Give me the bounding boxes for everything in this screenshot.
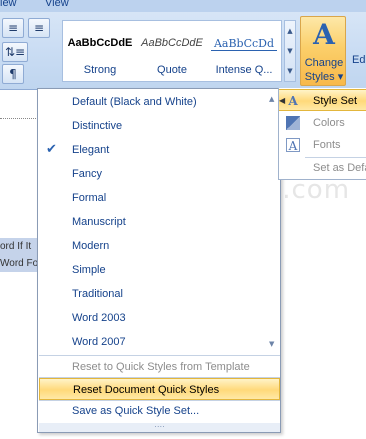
scroll-up-icon[interactable]: ▲: [269, 95, 274, 103]
scroll-down-icon[interactable]: ▼: [287, 47, 292, 55]
align-left-icon[interactable]: ≡: [2, 18, 24, 38]
selected-line-2: Word Fo: [0, 258, 39, 269]
change-styles-submenu: ◀ A Style Set Colors A Fonts Set as Defa: [278, 88, 366, 180]
reset-to-template-item[interactable]: Reset to Quick Styles from Template: [39, 356, 280, 378]
reset-document-quick-styles-item[interactable]: Reset Document Quick Styles: [39, 378, 280, 400]
menu-item-label: Elegant: [72, 144, 110, 156]
menu-item-modern[interactable]: Modern: [39, 234, 279, 258]
style-preview: AaBbCcDd: [211, 37, 277, 51]
menu-item-formal[interactable]: Formal: [39, 186, 279, 210]
more-icon[interactable]: ▼: [287, 67, 292, 75]
menu-item-default[interactable]: Default (Black and White): [39, 90, 279, 114]
menu-action-label: Reset to Quick Styles from Template: [72, 361, 250, 373]
style-name: Quote: [157, 64, 187, 76]
gallery-scroll-buttons[interactable]: ▲ ▼ ▼: [284, 20, 296, 82]
indent-icon[interactable]: ≡: [28, 18, 50, 38]
menu-item-label: Default (Black and White): [72, 96, 197, 108]
change-styles-icon: A: [313, 18, 335, 51]
submenu-set-as-default[interactable]: Set as Defa: [279, 157, 366, 179]
ribbon-tab-strip: iew View: [0, 0, 366, 12]
ribbon: iew View ≡ ≡ ⇅≡ ¶ AaBbCcDdE Strong AaBbC…: [0, 0, 366, 90]
menu-item-word-2003[interactable]: Word 2003: [39, 306, 279, 330]
menu-action-label: Save as Quick Style Set...: [72, 405, 200, 417]
menu-item-label: Modern: [72, 240, 110, 252]
fonts-icon: A: [286, 138, 300, 153]
editing-label: Ed: [352, 54, 366, 66]
tab-view[interactable]: View: [45, 0, 69, 9]
style-preview: AaBbCcDdE: [141, 37, 203, 49]
change-styles-button[interactable]: A Change Styles ▾: [300, 16, 346, 86]
selected-line-1: ord If It: [0, 241, 32, 252]
style-name: Intense Q...: [215, 64, 273, 76]
menu-item-label: Word 2007: [72, 336, 126, 348]
menu-item-label: Word 2003: [72, 312, 126, 324]
menu-action-label: Reset Document Quick Styles: [73, 384, 220, 396]
menu-item-simple[interactable]: Simple: [39, 258, 279, 282]
paragraph-group: ≡ ≡ ⇅≡ ¶: [0, 12, 56, 90]
submenu-label: Colors: [313, 117, 345, 129]
quick-styles-gallery: AaBbCcDdE Strong AaBbCcDdE Quote AaBbCcD…: [62, 20, 282, 82]
submenu-colors[interactable]: Colors: [279, 112, 366, 134]
menu-item-elegant[interactable]: ✔ Elegant: [39, 138, 279, 162]
style-set-icon: A: [288, 94, 298, 108]
submenu-fonts[interactable]: A Fonts: [279, 134, 366, 156]
checkmark-icon: ✔: [46, 142, 57, 157]
style-tile-intense-quote[interactable]: AaBbCcDd Intense Q...: [210, 25, 278, 79]
menu-item-label: Simple: [72, 264, 106, 276]
pilcrow-icon[interactable]: ¶: [2, 64, 24, 84]
submenu-label: Set as Defa: [313, 162, 366, 174]
change-styles-label-2: Styles ▾: [304, 71, 344, 83]
style-set-list: Default (Black and White) Distinctive ✔ E…: [39, 90, 279, 354]
menu-item-fancy[interactable]: Fancy: [39, 162, 279, 186]
menu-item-label: Traditional: [72, 288, 123, 300]
submenu-style-set[interactable]: ◀ A Style Set: [279, 89, 366, 111]
style-set-menu: Default (Black and White) Distinctive ✔ E…: [37, 88, 281, 433]
submenu-label: Fonts: [313, 139, 341, 151]
line-spacing-icon[interactable]: ⇅≡: [2, 42, 28, 62]
menu-item-traditional[interactable]: Traditional: [39, 282, 279, 306]
style-tile-strong[interactable]: AaBbCcDdE Strong: [66, 25, 134, 79]
selected-text[interactable]: ord If It Word Fo: [0, 238, 40, 272]
editing-group-fragment[interactable]: Ed: [352, 28, 366, 68]
menu-item-label: Manuscript: [72, 216, 126, 228]
submenu-arrow-icon: ◀: [279, 96, 286, 105]
menu-item-word-2007[interactable]: Word 2007: [39, 330, 279, 354]
scroll-down-icon[interactable]: ▼: [269, 340, 274, 348]
change-styles-label-1: Change: [304, 57, 344, 69]
save-as-quick-style-set-item[interactable]: Save as Quick Style Set...: [39, 400, 280, 422]
resize-grip-icon[interactable]: ····: [39, 423, 280, 432]
style-preview: AaBbCcDdE: [67, 37, 133, 49]
tab-review-fragment[interactable]: iew: [0, 0, 17, 9]
ruler: [0, 109, 40, 119]
style-tile-quote[interactable]: AaBbCcDdE Quote: [138, 25, 206, 79]
menu-item-manuscript[interactable]: Manuscript: [39, 210, 279, 234]
menu-item-distinctive[interactable]: Distinctive: [39, 114, 279, 138]
menu-item-label: Fancy: [72, 168, 102, 180]
menu-item-label: Formal: [72, 192, 107, 204]
scroll-up-icon[interactable]: ▲: [287, 27, 292, 35]
colors-icon: [286, 116, 300, 130]
submenu-label: Style Set: [313, 95, 358, 107]
menu-item-label: Distinctive: [72, 120, 123, 132]
style-name: Strong: [83, 64, 117, 76]
